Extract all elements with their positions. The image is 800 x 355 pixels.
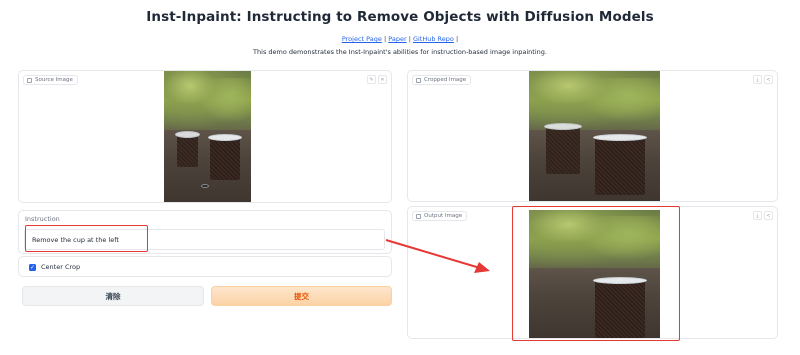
- image-icon: [416, 77, 421, 83]
- annotation-arrow-icon: [385, 239, 490, 273]
- image-icon: [27, 77, 32, 83]
- coin: [201, 184, 209, 188]
- cropped-image: [529, 71, 660, 201]
- right-cup: [593, 277, 647, 338]
- source-image: [164, 71, 251, 202]
- cropped-image-panel[interactable]: Cropped Image ⤓ <: [407, 70, 778, 202]
- submit-button[interactable]: 提交: [211, 286, 392, 306]
- right-cup: [208, 134, 242, 180]
- center-crop-checkbox[interactable]: ✓: [29, 263, 36, 271]
- right-cup: [593, 134, 647, 195]
- download-icon[interactable]: ⤓: [753, 211, 762, 220]
- share-icon[interactable]: <: [764, 211, 773, 220]
- github-repo-link[interactable]: GitHub Repo: [413, 35, 454, 43]
- project-page-link[interactable]: Project Page: [342, 35, 382, 43]
- instruction-input[interactable]: Remove the cup at the left: [24, 229, 385, 250]
- instruction-label: Instruction: [25, 215, 60, 223]
- page-description: This demo demonstrates the Inst-Inpaint'…: [253, 48, 547, 56]
- link-row: Project Page | Paper | GitHub Repo |: [0, 35, 800, 43]
- clear-button[interactable]: 清除: [22, 286, 204, 306]
- image-icon: [416, 213, 421, 219]
- share-icon[interactable]: <: [764, 75, 773, 84]
- paper-link[interactable]: Paper: [388, 35, 406, 43]
- center-crop-panel: ✓ Center Crop: [18, 256, 392, 277]
- close-icon[interactable]: ✕: [378, 75, 387, 84]
- left-cup: [544, 123, 582, 174]
- output-image: [529, 210, 660, 338]
- download-icon[interactable]: ⤓: [753, 75, 762, 84]
- left-cup: [175, 131, 200, 167]
- center-crop-option[interactable]: ✓ Center Crop: [29, 263, 80, 271]
- cropped-image-label: Cropped Image: [412, 75, 472, 85]
- link-separator: |: [453, 35, 459, 43]
- source-image-panel[interactable]: Source Image ✎ ✕: [18, 70, 392, 203]
- page-title: Inst-Inpaint: Instructing to Remove Obje…: [146, 9, 654, 25]
- source-image-label: Source Image: [23, 75, 78, 85]
- output-image-label: Output Image: [412, 211, 468, 221]
- center-crop-label: Center Crop: [41, 263, 81, 271]
- edit-icon[interactable]: ✎: [367, 75, 376, 84]
